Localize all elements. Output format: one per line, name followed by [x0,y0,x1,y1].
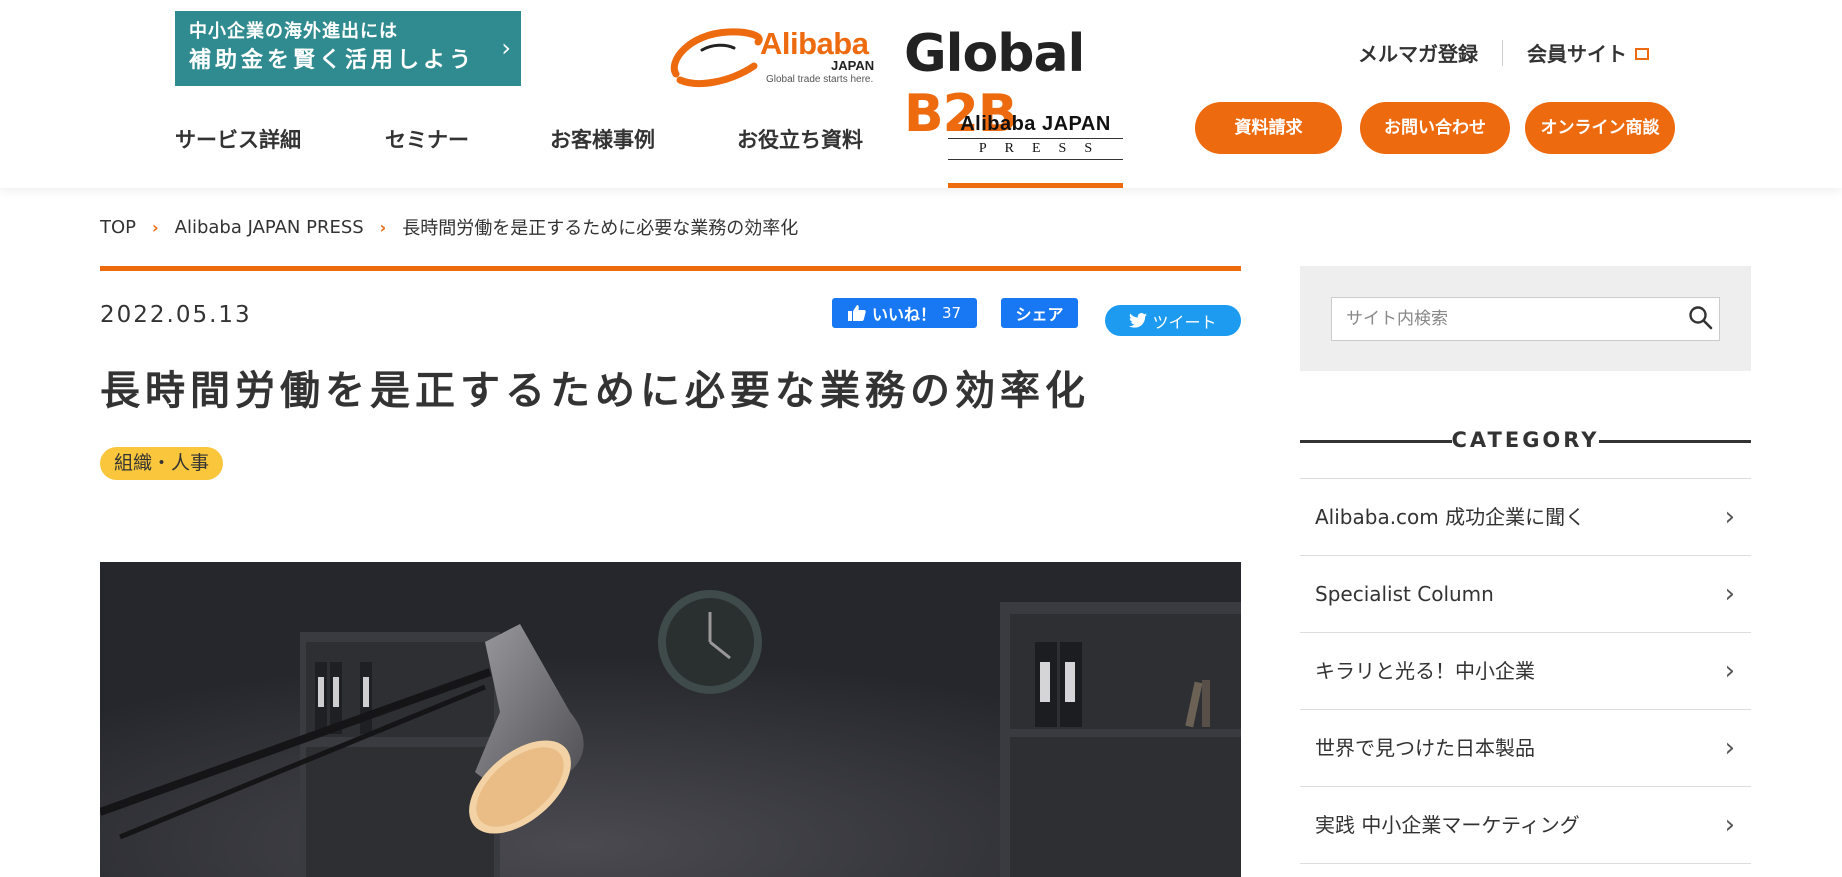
category-item[interactable]: Alibaba.com 成功企業に聞く › [1300,479,1751,556]
nav-item-seminar[interactable]: セミナー [385,124,469,154]
nav-item-case-studies[interactable]: お客様事例 [550,124,655,154]
thumbs-up-icon [847,305,866,321]
header-top-links: メルマガ登録 会員サイト [1358,38,1649,67]
chevron-right-icon: › [1724,733,1735,763]
category-list: Alibaba.com 成功企業に聞く › Specialist Column … [1300,478,1751,864]
promo-line2: 補助金を賢く活用しよう [189,48,476,73]
nav-item-press[interactable]: Alibaba JAPAN PRESS [948,113,1123,188]
category-label: Alibaba.com 成功企業に聞く [1315,505,1586,529]
category-label: 実践 中小企業マーケティング [1315,813,1580,837]
alibaba-swirl-icon [670,28,763,88]
breadcrumb-current: 長時間労働を是正するために必要な業務の効率化 [402,218,799,239]
logo-alibaba-text: Alibaba [760,26,869,61]
chevron-right-icon: › [1724,810,1735,840]
category-item[interactable]: 世界で見つけた日本製品 › [1300,710,1751,787]
promo-line1: 中小企業の海外進出には [189,21,398,42]
tweet-button[interactable]: ツイート [1105,305,1241,336]
like-count: 37 [941,304,962,322]
breadcrumb-top[interactable]: TOP [100,217,136,238]
online-meeting-button[interactable]: オンライン商談 [1525,102,1675,154]
article-date: 2022.05.13 [100,302,252,328]
category-heading: CATEGORY [1300,428,1751,454]
logo-global-text: Global [904,24,1085,84]
site-search-input[interactable]: サイト内検索 [1331,297,1720,341]
nav-active-indicator [948,183,1123,188]
category-item[interactable]: 実践 中小企業マーケティング › [1300,787,1751,864]
press-logo-rule [948,159,1123,160]
member-site-link[interactable]: 会員サイト [1527,38,1627,67]
chevron-right-icon: › [1724,656,1735,686]
press-logo-line1: Alibaba JAPAN [960,113,1111,135]
chevron-right-icon: › [1724,579,1735,609]
site-search-panel: サイト内検索 [1300,266,1751,371]
divider [1502,39,1503,66]
like-label: いいね！ [871,305,936,324]
newsletter-link[interactable]: メルマガ登録 [1358,38,1478,67]
chevron-right-icon: › [501,34,511,62]
breadcrumb-press[interactable]: Alibaba JAPAN PRESS [175,217,364,238]
category-item[interactable]: キラリと光る！中小企業 › [1300,633,1751,710]
site-logo[interactable]: Alibaba JAPAN Global trade starts here. … [668,22,1188,144]
chevron-right-icon: › [152,217,159,237]
category-label: 世界で見つけた日本製品 [1315,736,1535,760]
external-window-icon [1635,47,1649,60]
subsidy-promo-banner[interactable]: 中小企業の海外進出には 補助金を賢く活用しよう › [175,11,521,86]
logo-tagline: Global trade starts here. [766,74,874,85]
facebook-share-button[interactable]: シェア [1001,298,1078,328]
request-materials-button[interactable]: 資料請求 [1195,102,1342,154]
nav-item-services[interactable]: サービス詳細 [175,124,301,154]
tweet-label: ツイート [1152,312,1217,332]
article-title: 長時間労働を是正するために必要な業務の効率化 [100,368,1090,414]
chevron-right-icon: › [1724,502,1735,532]
twitter-bird-icon [1129,313,1148,328]
contact-button[interactable]: お問い合わせ [1360,102,1510,154]
breadcrumb: TOP › Alibaba JAPAN PRESS › 長時間労働を是正するため… [100,214,798,240]
nav-item-resources[interactable]: お役立ち資料 [737,124,863,154]
category-label: Specialist Column [1315,582,1494,606]
article-category-tag[interactable]: 組織・人事 [100,447,224,480]
heading-rule-right [1599,440,1751,443]
article-top-rule [100,266,1241,271]
chevron-right-icon: › [379,217,387,237]
press-logo-rule [948,138,1123,139]
desk-lamp-scene-image [100,562,1241,877]
facebook-like-button[interactable]: いいね！ 37 [832,298,977,328]
logo-japan-text: JAPAN [831,58,875,73]
article-hero-image [100,562,1241,877]
press-logo-line2: PRESS [978,141,1111,156]
search-icon[interactable] [1688,305,1714,331]
site-header: 中小企業の海外進出には 補助金を賢く活用しよう › Alibaba JAPAN … [0,0,1842,188]
category-item[interactable]: Specialist Column › [1300,556,1751,633]
category-label: キラリと光る！中小企業 [1315,659,1535,683]
